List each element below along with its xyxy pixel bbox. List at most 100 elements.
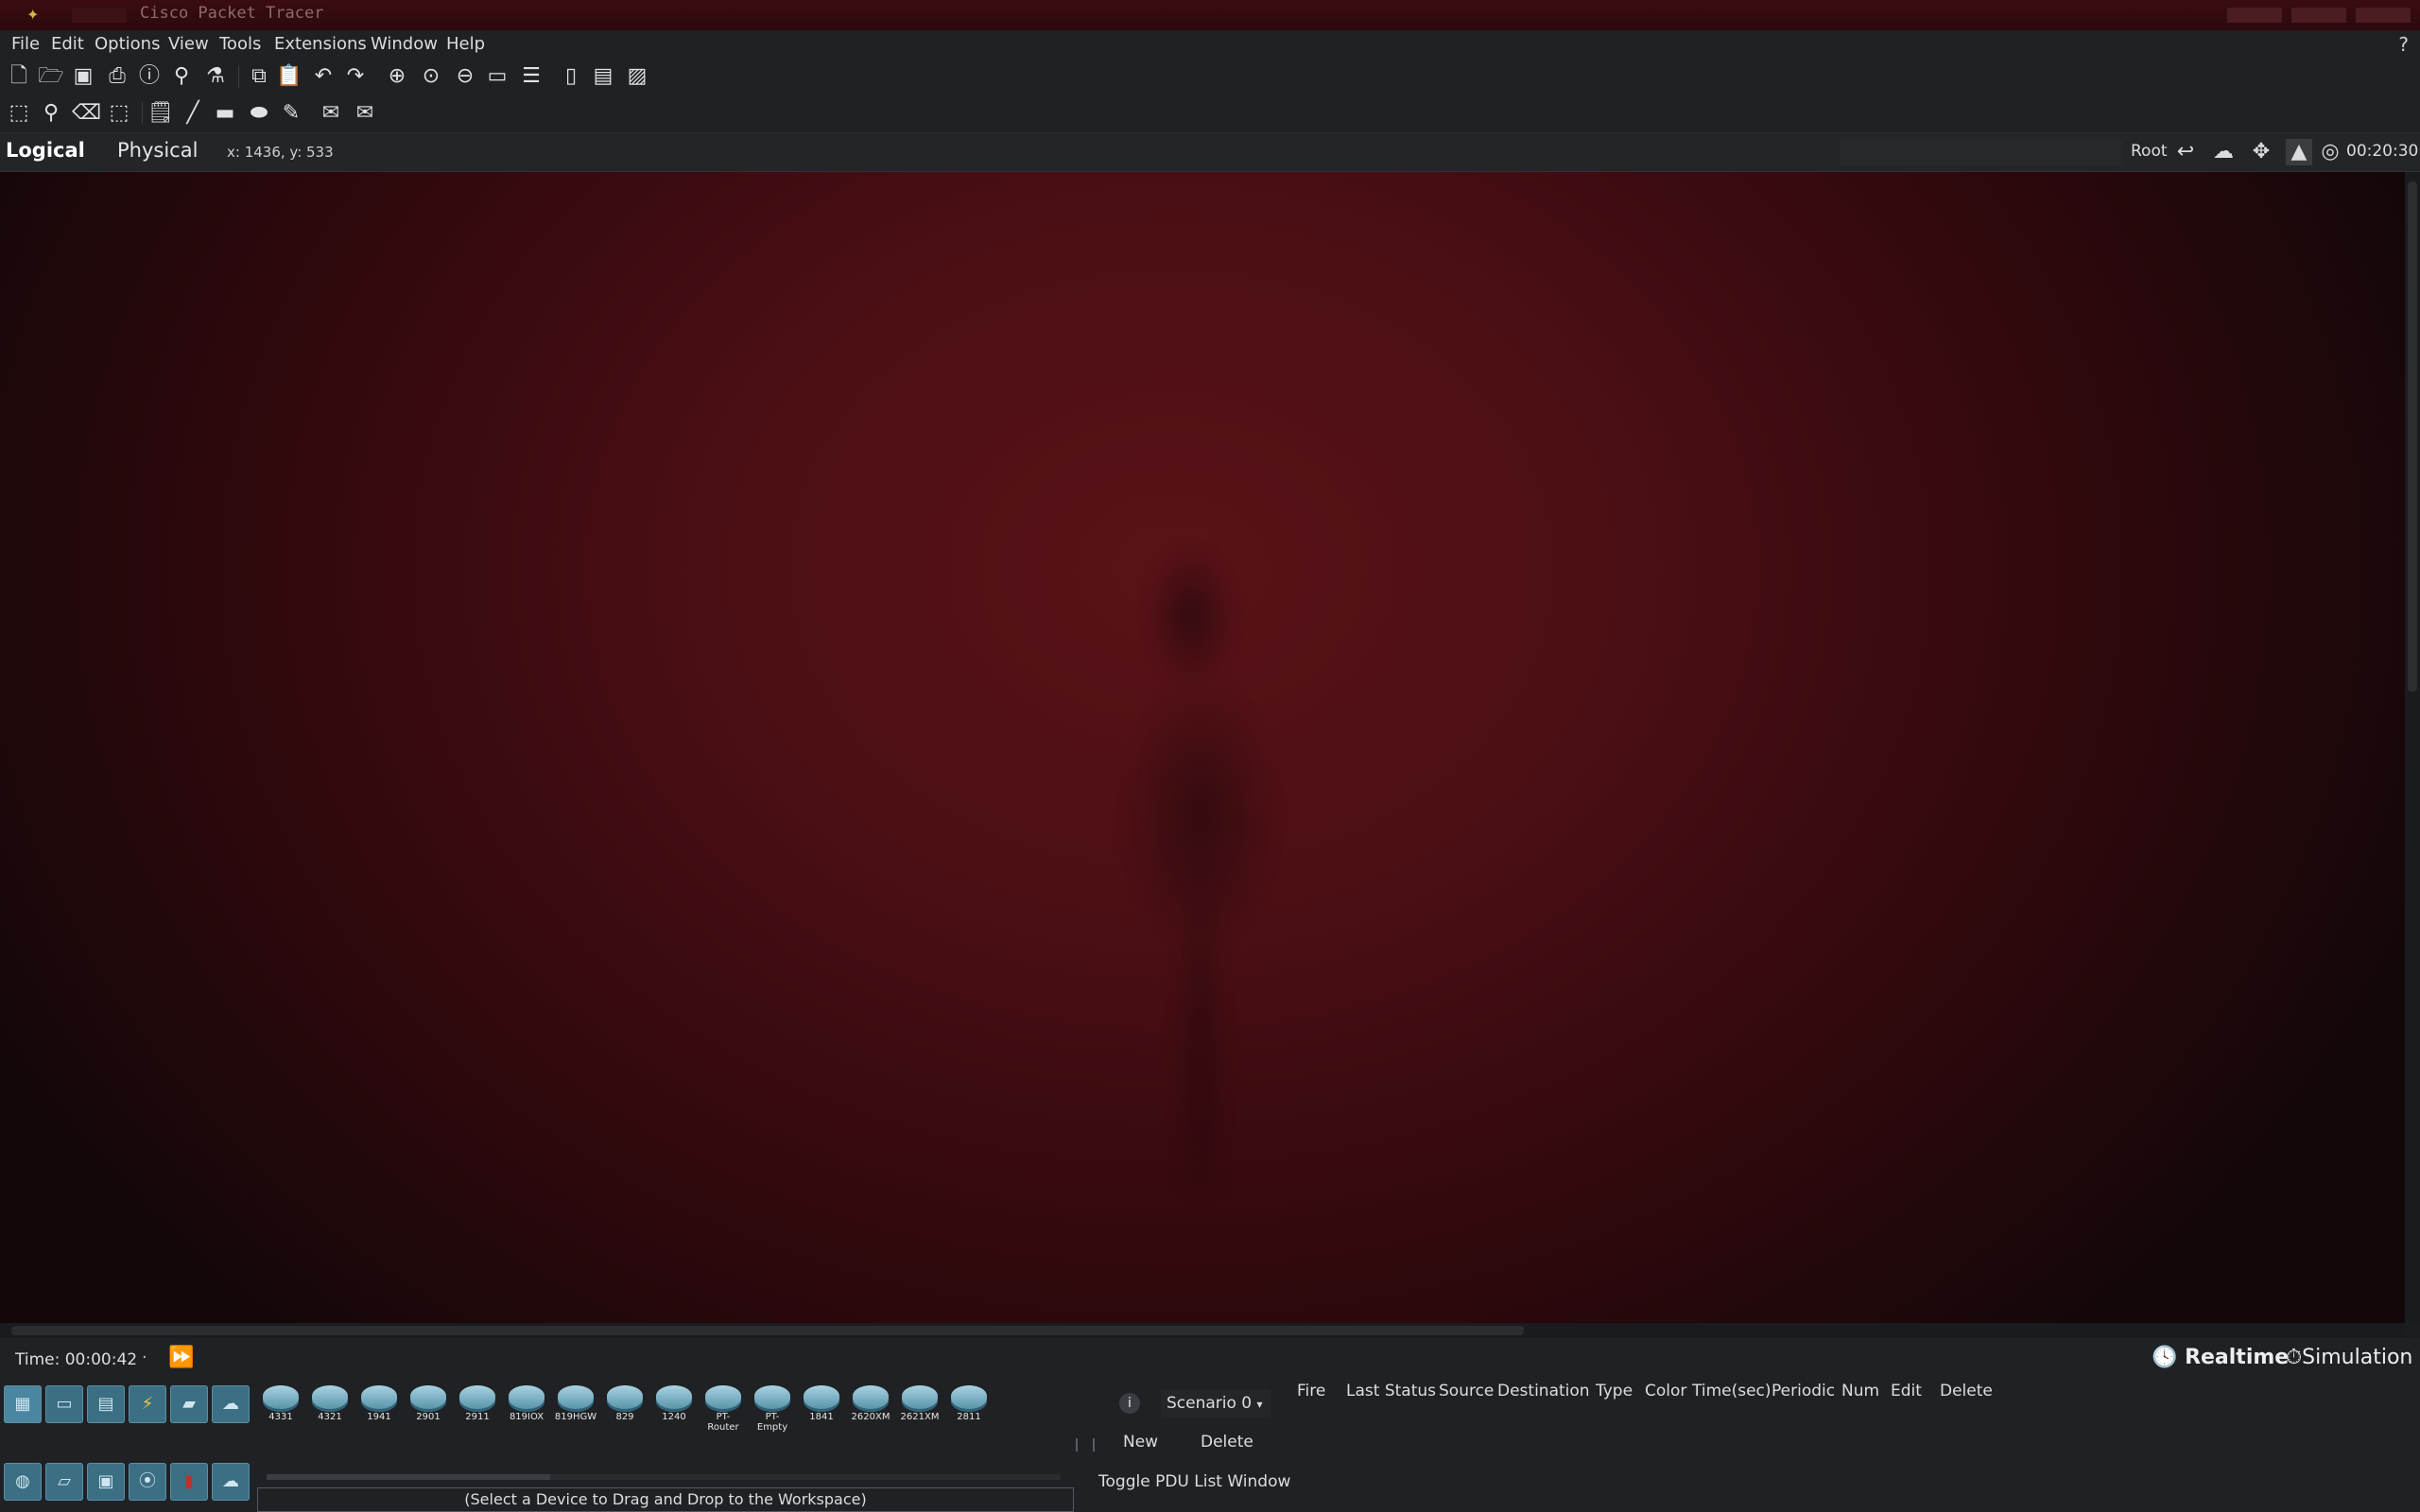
end-devices-category-icon[interactable]: ▭: [45, 1385, 83, 1423]
custom-devices-icon[interactable]: ⚗: [202, 63, 229, 90]
background-image-icon[interactable]: ▨: [624, 63, 650, 90]
delete-scenario-button[interactable]: Delete: [1201, 1433, 1253, 1452]
horizontal-scrollbar[interactable]: [0, 1323, 2405, 1338]
router-device-item[interactable]: 4331: [259, 1383, 302, 1425]
freeform-icon[interactable]: ✎: [278, 100, 304, 127]
vertical-scroll-thumb[interactable]: [2408, 181, 2417, 692]
activity-wizard-icon[interactable]: ⚲: [168, 63, 195, 90]
router-device-item[interactable]: PT-Router: [701, 1383, 745, 1433]
set-background-icon[interactable]: ▲: [2286, 139, 2312, 165]
pdu-col-delete[interactable]: Delete: [1940, 1382, 1993, 1400]
print-icon[interactable]: ⎙: [104, 63, 130, 90]
connections-category-icon[interactable]: ⚡: [129, 1385, 166, 1423]
routers-subcategory-icon[interactable]: ◍: [4, 1463, 42, 1501]
network-devices-category-icon[interactable]: ▦: [4, 1385, 42, 1423]
device-template-icon[interactable]: ▤: [590, 63, 616, 90]
power-cycle-dot[interactable]: ·: [142, 1348, 147, 1367]
hubs-subcategory-icon[interactable]: ▣: [87, 1463, 125, 1501]
save-icon[interactable]: ▣: [70, 63, 96, 90]
menu-window[interactable]: Window: [371, 34, 438, 54]
drawing-palette-icon[interactable]: ▭: [484, 63, 510, 90]
custom-device-dialog-icon[interactable]: ☰: [518, 63, 544, 90]
add-complex-pdu-icon[interactable]: ✉: [352, 100, 378, 127]
multiuser-category-icon[interactable]: ☁: [212, 1385, 250, 1423]
draw-ellipse-icon[interactable]: ⬬: [246, 100, 272, 127]
pdu-col-fire[interactable]: Fire: [1297, 1382, 1325, 1400]
menu-options[interactable]: Options: [95, 34, 160, 54]
pdu-col-periodic[interactable]: Periodic: [1772, 1382, 1835, 1400]
security-subcategory-icon[interactable]: ▮: [170, 1463, 208, 1501]
zoom-in-icon[interactable]: ⊕: [384, 63, 410, 90]
zoom-reset-icon[interactable]: ⊙: [418, 63, 444, 90]
delete-icon[interactable]: ⌫: [72, 100, 101, 127]
root-label[interactable]: Root: [2131, 142, 2168, 161]
fast-forward-icon[interactable]: ⏩: [168, 1346, 194, 1369]
realtime-mode-button[interactable]: 🕓 Realtime: [2152, 1346, 2289, 1369]
resize-shape-icon[interactable]: ⬚: [106, 100, 132, 127]
router-device-item[interactable]: 2620XM: [849, 1383, 892, 1425]
zoom-out-icon[interactable]: ⊖: [452, 63, 478, 90]
pdu-col-type[interactable]: Type: [1596, 1382, 1633, 1400]
maximize-button[interactable]: [2291, 8, 2346, 23]
device-list-scrollbar[interactable]: [257, 1470, 1070, 1484]
scenario-info-icon[interactable]: i: [1119, 1393, 1140, 1414]
tab-physical[interactable]: Physical: [117, 139, 198, 162]
redo-icon[interactable]: ↷: [342, 63, 369, 90]
back-icon[interactable]: ↩: [2172, 139, 2199, 165]
router-device-item[interactable]: 2811: [947, 1383, 991, 1425]
move-object-icon[interactable]: ✥: [2248, 139, 2274, 165]
switches-subcategory-icon[interactable]: ▱: [45, 1463, 83, 1501]
place-note-icon[interactable]: 🗒: [147, 100, 174, 127]
pdu-col-num[interactable]: Num: [1841, 1382, 1879, 1400]
undo-icon[interactable]: ↶: [310, 63, 337, 90]
router-device-item[interactable]: 2911: [456, 1383, 499, 1425]
inspect-icon[interactable]: ⚲: [38, 100, 64, 127]
router-device-item[interactable]: 2621XM: [898, 1383, 942, 1425]
pdu-col-time[interactable]: Time(sec): [1692, 1382, 1772, 1400]
pdu-col-color[interactable]: Color: [1645, 1382, 1686, 1400]
draw-line-icon[interactable]: ╱: [180, 100, 206, 127]
menu-help[interactable]: Help: [446, 34, 485, 54]
add-simple-pdu-icon[interactable]: ✉: [318, 100, 344, 127]
pdu-col-destination[interactable]: Destination: [1497, 1382, 1590, 1400]
toggle-pdu-list-button[interactable]: Toggle PDU List Window: [1098, 1472, 1290, 1491]
router-device-item[interactable]: 2901: [406, 1383, 450, 1425]
menu-extensions[interactable]: Extensions: [274, 34, 367, 54]
components-category-icon[interactable]: ▤: [87, 1385, 125, 1423]
router-device-item[interactable]: 4321: [308, 1383, 352, 1425]
scenario-select[interactable]: Scenario 0 ▾: [1161, 1389, 1270, 1418]
menu-file[interactable]: File: [11, 34, 40, 54]
router-device-item[interactable]: 829: [603, 1383, 647, 1425]
close-button[interactable]: [2356, 8, 2411, 23]
paste-icon[interactable]: 📋: [276, 63, 302, 90]
copy-icon[interactable]: ⧉: [246, 63, 272, 90]
select-icon[interactable]: ⬚: [6, 100, 32, 127]
menu-edit[interactable]: Edit: [51, 34, 84, 54]
draw-rectangle-icon[interactable]: ▬: [212, 100, 238, 127]
miscellaneous-category-icon[interactable]: ▰: [170, 1385, 208, 1423]
router-device-item[interactable]: 1941: [357, 1383, 401, 1425]
wireless-subcategory-icon[interactable]: ⦿: [129, 1463, 166, 1501]
pdu-col-edit[interactable]: Edit: [1891, 1382, 1922, 1400]
tab-logical[interactable]: Logical: [6, 139, 85, 162]
new-cluster-icon[interactable]: ☁: [2210, 139, 2237, 165]
menu-view[interactable]: View: [168, 34, 209, 54]
router-device-item[interactable]: 819IOX: [505, 1383, 548, 1425]
viewport-globe-icon[interactable]: ◎: [2318, 139, 2342, 165]
wan-emulation-subcategory-icon[interactable]: ☁: [212, 1463, 250, 1501]
logical-workspace[interactable]: [0, 172, 2405, 1323]
pdu-col-last-status[interactable]: Last Status: [1346, 1382, 1436, 1400]
horizontal-scroll-thumb[interactable]: [11, 1326, 1524, 1335]
router-device-item[interactable]: 1841: [800, 1383, 843, 1425]
open-folder-icon[interactable]: 🗁: [38, 63, 64, 90]
new-scenario-button[interactable]: New: [1123, 1433, 1158, 1452]
viewport-icon[interactable]: ▯: [558, 63, 584, 90]
minimize-button[interactable]: [2227, 8, 2282, 23]
simulation-mode-button[interactable]: ⏱Simulation: [2286, 1346, 2412, 1369]
router-device-item[interactable]: 819HGW: [554, 1383, 597, 1425]
info-icon[interactable]: ⓘ: [136, 63, 163, 90]
vertical-scrollbar[interactable]: [2405, 172, 2420, 1323]
new-file-icon[interactable]: 🗋: [6, 63, 32, 90]
router-device-item[interactable]: PT-Empty: [751, 1383, 794, 1433]
pdu-col-source[interactable]: Source: [1439, 1382, 1494, 1400]
